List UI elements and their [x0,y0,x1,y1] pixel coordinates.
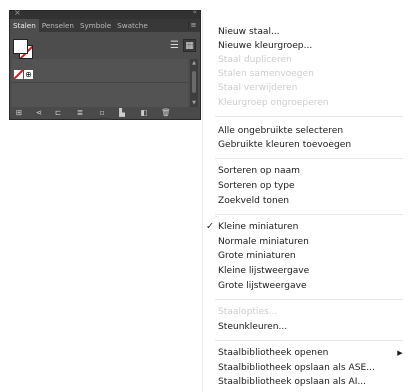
menu-item-new-swatch[interactable]: Nieuw staal... [218,25,280,39]
menu-item-small-list-view[interactable]: Kleine lijstweergave [218,264,309,278]
menu-item-large-list-view[interactable]: Grote lijstweergave [218,279,307,293]
menu-item-add-used-colors[interactable]: Gebruikte kleuren toevoegen [218,138,351,152]
tab-stalen[interactable]: Stalen [10,19,39,32]
swatches-flyout-menu: Nieuw staal... Nieuwe kleurgroep... Staa… [202,14,409,392]
menu-item-swatch-options: Staalopties... [218,307,278,317]
color-group-icon[interactable]: ▫ [96,108,108,118]
swatch-options-icon[interactable]: ≣ [74,108,86,118]
menu-separator [215,340,403,341]
new-color-group-icon[interactable]: ▙ [116,108,128,118]
scroll-up-icon[interactable]: ▲ [190,59,198,67]
menu-separator [215,158,403,159]
list-view-icon[interactable]: ☰ [168,39,181,52]
swatch-registration-icon[interactable]: ⊕ [24,70,33,79]
panel-menu-icon[interactable]: ≡ [188,20,198,30]
menu-separator [215,214,403,215]
submenu-arrow-icon: ▶ [397,349,403,357]
close-icon[interactable]: × [14,8,21,17]
menu-item-ungroup-color-group: Kleurgroep ongroeperen [218,98,329,108]
menu-separator [215,299,403,300]
swatch-libraries-menu-icon[interactable]: ⊞ [13,108,25,118]
swatch-none[interactable] [14,70,23,79]
scroll-thumb[interactable] [192,71,196,93]
swatch-grid: ⊕ [12,59,188,107]
show-swatch-kinds-icon[interactable]: ⋖ [33,108,45,118]
panel-tabs: Stalen Penselen Symbole Swatche [10,19,200,32]
tab-symbolen[interactable]: Symbole [77,19,114,32]
menu-item-spot-colors[interactable]: Steunkleuren... [218,320,287,334]
menu-item-medium-thumbnail[interactable]: Normale miniaturen [218,235,309,249]
menu-item-save-library-ai[interactable]: Staalbibliotheek opslaan als AI... [218,375,366,389]
swatch-divider [12,82,188,83]
menu-item-delete-swatch: Staal verwijderen [218,83,298,93]
delete-swatch-icon[interactable]: 🗑 [160,108,172,118]
scroll-down-icon[interactable]: ▼ [190,99,198,107]
menu-separator [215,116,403,117]
menu-item-select-all-unused[interactable]: Alle ongebruikte selecteren [218,124,343,138]
checkmark-icon: ✓ [206,221,214,232]
tab-penselen[interactable]: Penselen [39,19,77,32]
fill-stroke-indicator[interactable] [13,39,33,59]
swatch-scrollbar[interactable]: ▲ ▼ [190,59,198,107]
panel-resize-grip[interactable] [99,118,111,120]
tab-swatches[interactable]: Swatche [114,19,151,32]
fill-white-swatch[interactable] [13,39,28,54]
menu-item-duplicate-swatch: Staal dupliceren [218,55,292,65]
menu-item-small-thumbnail[interactable]: Kleine miniaturen [218,220,298,234]
menu-item-show-find-field[interactable]: Zoekveld tonen [218,194,289,208]
menu-item-new-color-group[interactable]: Nieuwe kleurgroep... [218,39,312,53]
menu-item-save-library-ase[interactable]: Staalbibliotheek opslaan als ASE... [218,361,375,375]
menu-item-sort-by-kind[interactable]: Sorteren op type [218,179,295,193]
menu-item-sort-by-name[interactable]: Sorteren op naam [218,164,300,178]
new-swatch-icon[interactable]: ◧ [138,108,150,118]
menu-item-large-thumbnail[interactable]: Grote miniaturen [218,249,296,263]
menu-item-open-swatch-library[interactable]: Staalbibliotheek openen [218,346,328,360]
swatches-panel: × « Stalen Penselen Symbole Swatche ≡ ☰ ▦ ⊕… [9,8,201,120]
menu-item-merge-swatches: Stalen samenvoegen [218,69,314,79]
collapse-icon[interactable]: « [193,8,197,16]
panel-title-bar[interactable]: × « [10,8,200,19]
grid-view-icon[interactable]: ▦ [183,39,196,52]
place-swatches-icon[interactable]: ⊏ [52,108,64,118]
